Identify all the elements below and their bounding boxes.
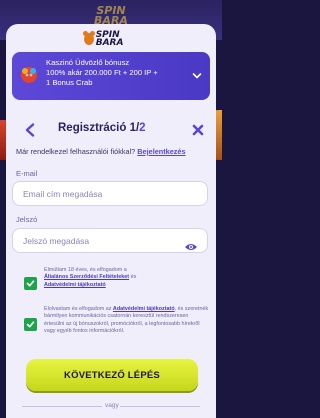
marketing-prefix: Elolvastam és elfogadom az <box>44 306 112 312</box>
bear-icon <box>83 31 95 45</box>
page-title: Regisztráció 1/2 <box>58 122 146 134</box>
page-title-text: Regisztráció 1/ <box>58 122 140 134</box>
close-icon[interactable] <box>192 124 204 136</box>
divider-right <box>120 406 200 407</box>
marketing-text: Elolvastam és elfogadom az Adatvédelmi t… <box>44 306 210 336</box>
terms-middle: és <box>130 274 137 281</box>
chevron-down-icon[interactable] <box>192 71 202 81</box>
bonus-line-2: 1 Bonus Crab <box>46 78 93 87</box>
back-arrow-icon[interactable] <box>24 123 36 137</box>
brand-logo-text: SPIN BARA <box>95 30 124 48</box>
divider-left <box>22 406 102 407</box>
bonus-title: Kaszinó Üdvözlő bónusz <box>46 58 130 67</box>
login-prompt: Már rendelkezel felhasználói fiókkal? Be… <box>16 147 186 156</box>
email-field[interactable] <box>12 181 208 206</box>
welcome-bonus-banner[interactable]: Kaszinó Üdvözlő bónusz 100% akár 200.000… <box>12 52 210 100</box>
password-label: Jelszó <box>16 215 38 224</box>
marketing-checkbox[interactable] <box>24 318 37 331</box>
login-link[interactable]: Bejelentkezés <box>137 147 185 156</box>
terms-checkbox[interactable] <box>24 277 37 290</box>
eye-icon[interactable] <box>184 242 198 252</box>
step-header: Regisztráció 1/2 <box>22 122 204 138</box>
brand-logo: SPIN BARA <box>83 28 140 50</box>
check-icon <box>26 321 35 328</box>
next-step-button[interactable]: KÖVETKEZŐ LÉPÉS <box>26 359 198 391</box>
bonus-text: Kaszinó Üdvözlő bónusz 100% akár 200.000… <box>46 58 186 88</box>
marketing-privacy-link[interactable]: Adatvédelmi tájékoztató <box>113 306 175 312</box>
step-total: 2 <box>139 122 146 134</box>
crab-chips-icon <box>21 67 37 83</box>
terms-link[interactable]: Általános Szerződési Feltételeket <box>44 274 129 280</box>
bonus-line-1: 100% akár 200.000 Ft + 200 IP + <box>46 68 158 77</box>
privacy-link[interactable]: Adatvédelmi tájékoztató <box>44 282 106 288</box>
password-field[interactable] <box>12 228 208 253</box>
divider-text: vagy <box>105 402 119 409</box>
login-prompt-text: Már rendelkezel felhasználói fiókkal? <box>16 147 136 156</box>
terms-text: Elmúltam 18 éves, és elfogadom a Általán… <box>44 267 210 289</box>
terms-prefix: Elmúltam 18 éves, és elfogadom a <box>44 267 127 273</box>
registration-modal: SPIN BARA Kaszinó Üdvözlő bónusz 100% ak… <box>6 24 216 418</box>
email-label: E-mail <box>16 169 38 178</box>
check-icon <box>26 280 35 287</box>
